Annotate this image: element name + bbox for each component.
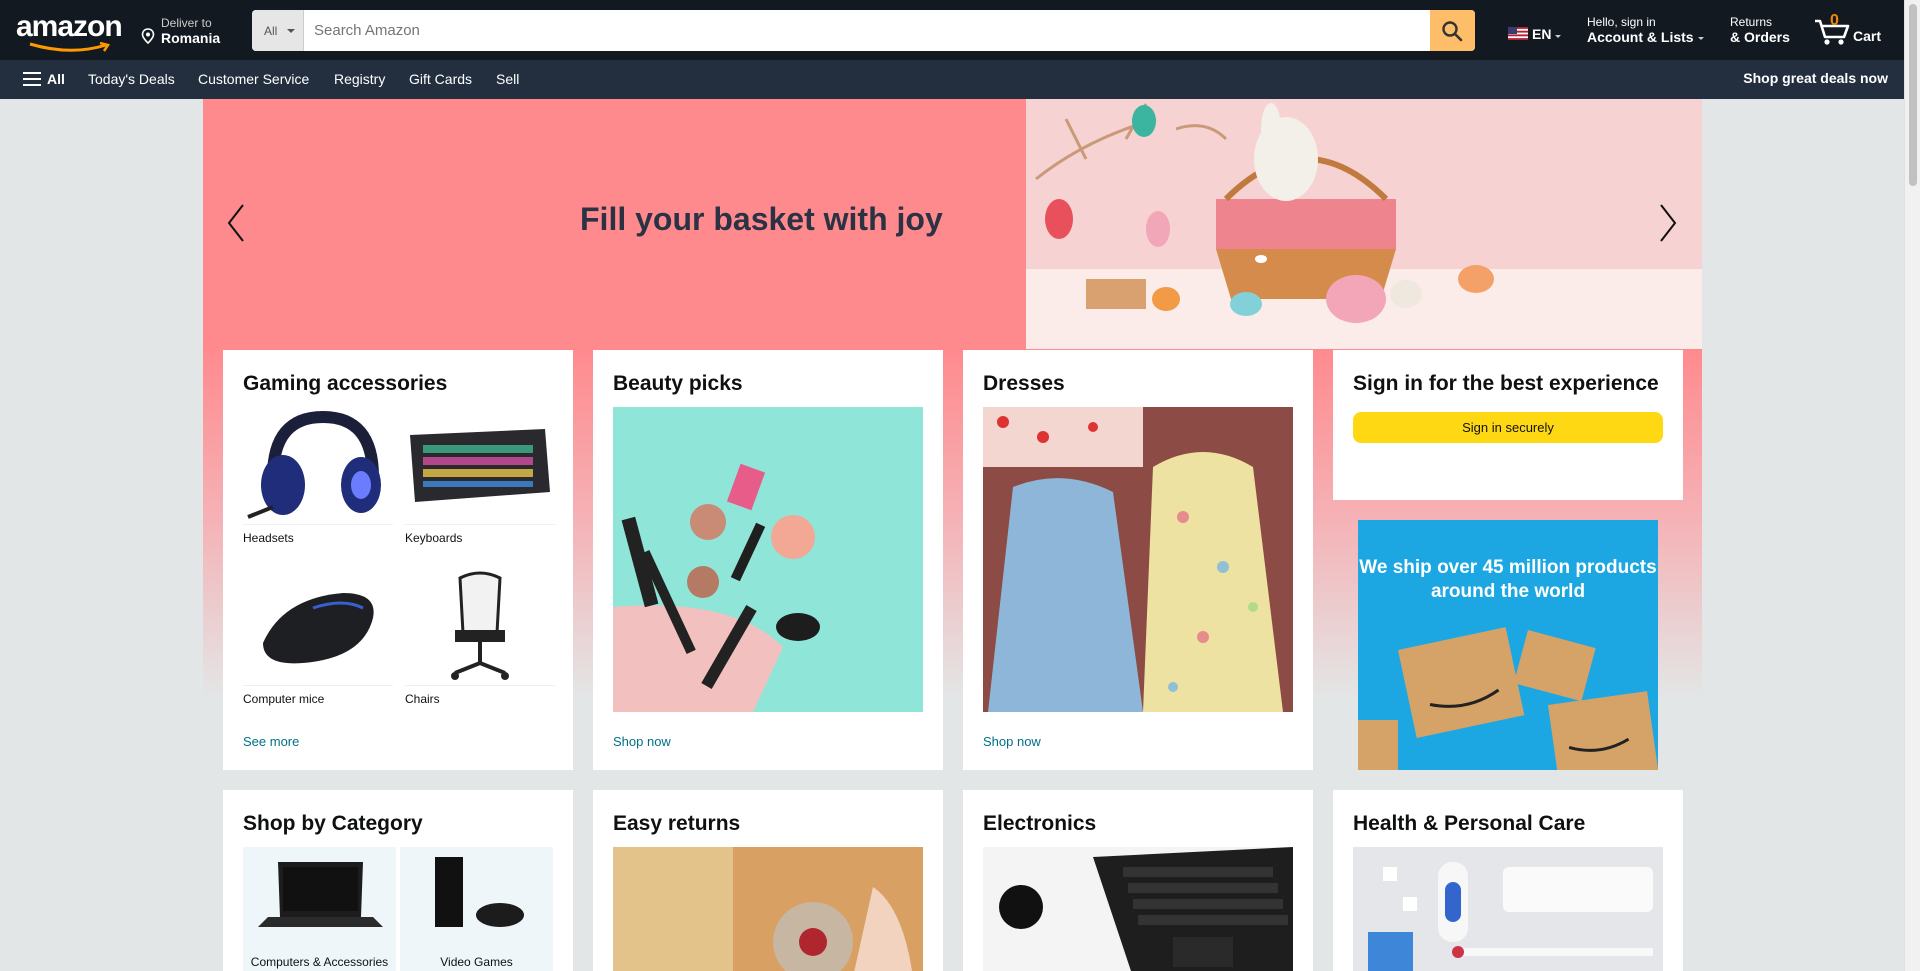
shipping-boxes-illustration <box>1358 627 1658 770</box>
shop-now-link[interactable]: Shop now <box>983 734 1041 749</box>
category-caption: Computers & Accessories <box>250 955 389 969</box>
returns-label: Returns <box>1730 15 1773 29</box>
chevron-down-icon <box>1555 35 1561 38</box>
laptop-desk-illustration <box>983 847 1293 971</box>
headset-icon <box>247 410 381 519</box>
carousel-prev-arrow-icon[interactable] <box>223 203 253 243</box>
easter-basket-illustration <box>1026 99 1702 349</box>
mouse-icon <box>263 593 374 664</box>
search-bar: All <box>252 10 1475 51</box>
location-pin-icon <box>141 28 155 44</box>
card-title: Dresses <box>983 372 1065 395</box>
returns-orders-link[interactable]: Returns & Orders <box>1730 15 1790 45</box>
card-beauty-picks: Beauty picks Shop now <box>593 350 943 770</box>
quad-item-chairs[interactable]: Chairs <box>405 568 555 706</box>
card-title: Beauty picks <box>613 372 743 395</box>
chevron-down-icon <box>1697 36 1704 40</box>
toothbrush-illustration <box>1353 847 1663 971</box>
chair-icon <box>451 571 509 680</box>
search-button[interactable] <box>1430 10 1475 51</box>
quad-item-keyboards[interactable]: Keyboards <box>405 407 555 545</box>
nav-link-gift-cards[interactable]: Gift Cards <box>409 71 472 87</box>
card-sign-in: Sign in for the best experience Sign in … <box>1333 350 1683 500</box>
card-health-personal-care: Health & Personal Care <box>1333 790 1683 971</box>
shop-now-link[interactable]: Shop now <box>613 734 671 749</box>
quad-item-headsets[interactable]: Headsets <box>243 407 393 545</box>
category-tile-video-games[interactable]: Video Games <box>400 847 553 971</box>
laptop-icon <box>258 862 383 927</box>
keyboard-image <box>405 407 555 525</box>
search-category-label: All <box>264 24 278 38</box>
hero-title: Fill your basket with joy <box>580 201 943 237</box>
card-title: Sign in for the best experience <box>1353 372 1659 395</box>
us-flag-icon <box>1508 27 1528 40</box>
easy-returns-image[interactable] <box>613 847 923 971</box>
packing-tape-illustration <box>613 847 923 971</box>
search-category-dropdown[interactable]: All <box>252 10 304 51</box>
nav-promo-link[interactable]: Shop great deals now <box>1743 70 1888 86</box>
dresses-illustration <box>983 407 1293 712</box>
quad-caption: Keyboards <box>405 531 463 545</box>
nav-link-customer-service[interactable]: Customer Service <box>198 71 309 87</box>
card-easy-returns: Easy returns <box>593 790 943 971</box>
logo-wordmark: amazon <box>16 10 123 43</box>
logo-smile-icon <box>29 42 111 52</box>
beauty-image[interactable] <box>613 407 923 712</box>
hero-banner-text-panel[interactable]: Fill your basket with joy <box>203 99 1026 349</box>
card-electronics: Electronics <box>963 790 1313 971</box>
language-code: EN <box>1532 26 1552 42</box>
quad-caption: Chairs <box>405 692 440 706</box>
account-lists-menu[interactable]: Hello, sign in Account & Lists <box>1587 15 1704 45</box>
deliver-country: Romania <box>161 30 221 46</box>
card-shop-by-category: Shop by Category Computers & Accessories… <box>223 790 573 971</box>
dresses-image[interactable] <box>983 407 1293 712</box>
see-more-link[interactable]: See more <box>243 734 299 749</box>
search-input[interactable] <box>304 10 1423 51</box>
chevron-down-icon <box>287 29 295 33</box>
keyboard-icon <box>410 429 550 502</box>
hero-easter-image[interactable] <box>1026 99 1702 349</box>
card-title: Health & Personal Care <box>1353 812 1586 835</box>
nav-link-registry[interactable]: Registry <box>334 71 385 87</box>
quad-caption: Headsets <box>243 531 294 545</box>
card-title: Gaming accessories <box>243 372 448 395</box>
quad-item-computer-mice[interactable]: Computer mice <box>243 568 393 706</box>
headset-image <box>243 407 393 525</box>
deliver-label: Deliver to <box>161 16 212 30</box>
hamburger-icon <box>23 72 41 86</box>
account-label-text: Account & Lists <box>1587 29 1694 45</box>
nav-link-sell[interactable]: Sell <box>496 71 519 87</box>
card-title: Electronics <box>983 812 1097 835</box>
nav-link-todays-deals[interactable]: Today's Deals <box>88 71 175 87</box>
scrollbar-thumb[interactable] <box>1909 4 1917 186</box>
page-scrollbar[interactable] <box>1904 0 1920 971</box>
chair-image <box>405 568 555 686</box>
orders-label: & Orders <box>1730 29 1790 45</box>
category-tile-computers[interactable]: Computers & Accessories <box>243 847 396 971</box>
mouse-image <box>243 568 393 686</box>
electronics-image[interactable] <box>983 847 1293 971</box>
ship-worldwide-banner[interactable]: We ship over 45 million products around … <box>1358 520 1658 770</box>
card-title: Easy returns <box>613 812 741 835</box>
cart-count: 0 <box>1830 12 1839 29</box>
account-label: Account & Lists <box>1587 29 1704 45</box>
card-dresses: Dresses Shop now <box>963 350 1313 770</box>
search-icon <box>1442 21 1463 42</box>
account-greeting: Hello, sign in <box>1587 15 1656 29</box>
carousel-next-arrow-icon[interactable] <box>1651 203 1681 243</box>
card-gaming-accessories: Gaming accessories Headsets Keyboards Co… <box>223 350 573 770</box>
all-menu-label: All <box>47 71 65 87</box>
game-console-icon <box>435 857 524 927</box>
health-care-image[interactable] <box>1353 847 1663 971</box>
amazon-logo[interactable]: amazon <box>16 12 126 52</box>
top-navbar: amazon Deliver to Romania All Search Ama… <box>0 0 1904 60</box>
secondary-navbar: All Today's Deals Customer Service Regis… <box>0 60 1904 99</box>
sign-in-securely-button[interactable]: Sign in securely <box>1353 412 1663 443</box>
cart-label: Cart <box>1853 28 1882 44</box>
quad-caption: Computer mice <box>243 692 325 706</box>
makeup-illustration <box>613 407 923 712</box>
cart-button[interactable]: 0 Cart <box>1813 12 1883 48</box>
category-caption: Video Games <box>440 955 513 969</box>
card-title: Shop by Category <box>243 812 423 835</box>
